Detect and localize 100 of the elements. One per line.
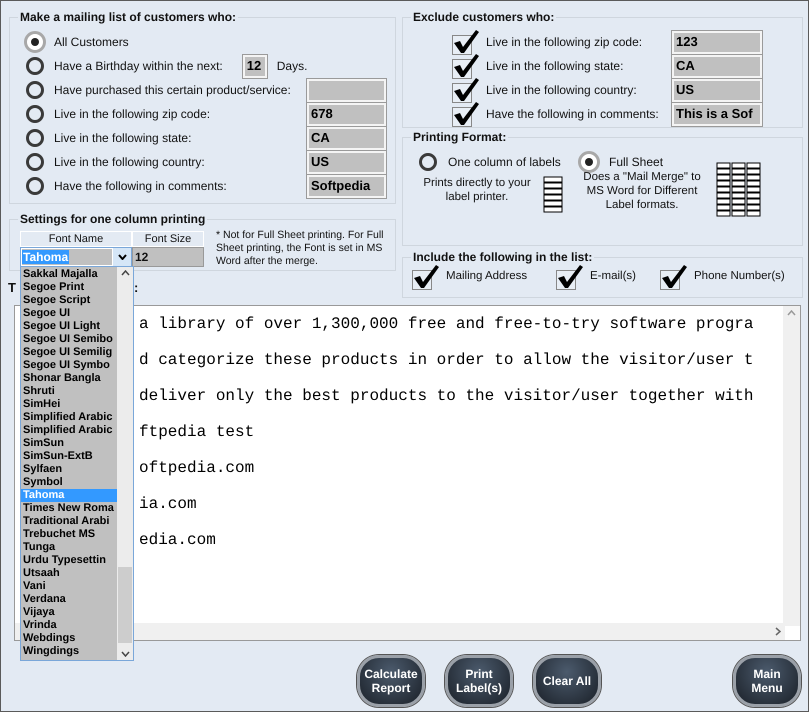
font-list-item[interactable]: Vani [21, 580, 117, 593]
input-field[interactable]: US [672, 78, 762, 102]
glossy-button[interactable]: Clear All [533, 655, 601, 707]
exclude-label: Live in the following country: [486, 82, 637, 99]
font-list-item[interactable]: SimSun [21, 437, 117, 450]
checkbox[interactable] [452, 53, 480, 79]
font-list-item[interactable]: Segoe UI [21, 307, 117, 320]
radio-button[interactable] [419, 153, 437, 171]
input-field[interactable]: This is a Sof [672, 102, 762, 126]
font-list-item[interactable]: Urdu Typesettin [21, 554, 117, 567]
checkbox[interactable] [412, 264, 440, 290]
font-list-item[interactable]: Wingdings [21, 645, 117, 658]
font-list-item[interactable]: Simplified Arabic [21, 411, 117, 424]
text-line: edia.com [139, 530, 216, 551]
checkbox[interactable] [556, 264, 584, 290]
format-label: Full Sheet [609, 154, 664, 171]
font-list-item[interactable]: Traditional Arabi [21, 515, 117, 528]
checkbox[interactable] [452, 101, 480, 127]
font-list-item[interactable]: Segoe UI Semibo [21, 333, 117, 346]
font-list-menu[interactable] [20, 266, 134, 661]
glossy-button[interactable]: Main Menu [733, 655, 801, 707]
section-label: : [134, 280, 138, 296]
font-list-item[interactable]: Symbol [21, 476, 117, 489]
note-text: * Not for Full Sheet printing. For Full Sheet printing, the Font is set in MS Word after the merge. [216, 229, 384, 268]
chevron-right-icon [775, 627, 781, 636]
font-list-item[interactable]: Simplified Arabic [21, 424, 117, 437]
label-sheet-icon [543, 176, 563, 214]
include-label: E-mail(s) [590, 269, 636, 284]
font-list-item[interactable]: Utsaah [21, 567, 117, 580]
text-line: ftpedia test [139, 422, 254, 443]
chevron-down-icon [120, 651, 130, 657]
input-field[interactable]: 123 [672, 30, 762, 54]
font-list-item[interactable]: SimSun-ExtB [21, 450, 117, 463]
list-scrollbar[interactable] [117, 267, 133, 660]
checkbox[interactable] [452, 29, 480, 55]
group-title: Printing Format: [411, 129, 508, 145]
radio-button[interactable] [26, 105, 44, 123]
format-label: One column of labels [448, 154, 561, 171]
font-list-item[interactable]: Segoe Print [21, 281, 117, 294]
text-line: d categorize these products in order to allow the visitor/user t [139, 350, 754, 371]
chevron-up-icon [120, 270, 130, 276]
input-field[interactable]: 678 [307, 102, 386, 126]
font-size-value[interactable]: 12 [135, 248, 148, 266]
font-list-item[interactable]: Segoe UI Light [21, 320, 117, 333]
font-list-item[interactable]: Segoe UI Semilig [21, 346, 117, 359]
exclude-label: Have the following in comments: [486, 106, 659, 123]
font-list-item[interactable]: Times New Roma [21, 502, 117, 515]
font-list-item[interactable]: Webdings [21, 632, 117, 645]
option-label: Live in the following zip code: [54, 106, 210, 123]
font-list-item[interactable]: Tunga [21, 541, 117, 554]
glossy-button[interactable]: Print Label(s) [445, 655, 513, 707]
input-field[interactable]: CA [672, 54, 762, 78]
column-header: Font Size [132, 231, 204, 247]
radio-button[interactable] [26, 153, 44, 171]
font-list-item[interactable]: SimHei [21, 398, 117, 411]
text-line: oftpedia.com [139, 458, 254, 479]
column-header: Font Name [20, 231, 132, 247]
chevron-down-icon [118, 254, 126, 260]
font-list-item[interactable]: Shonar Bangla [21, 372, 117, 385]
text-line: deliver only the best products to the visitor/user together with [139, 386, 754, 407]
include-label: Phone Number(s) [694, 269, 785, 284]
radio-button[interactable] [24, 31, 46, 53]
font-list-item[interactable]: Sylfaen [21, 463, 117, 476]
option-label: Have purchased this certain product/service: [54, 82, 291, 99]
option-label: All Customers [54, 34, 129, 51]
text-line: ia.com [139, 494, 197, 515]
font-list-item[interactable]: Sakkal Majalla [21, 268, 117, 281]
input-field[interactable] [307, 78, 386, 102]
input-field[interactable]: 12 [242, 54, 267, 78]
group-title: Settings for one column printing [18, 211, 208, 227]
font-list-item[interactable]: Trebuchet MS [21, 528, 117, 541]
format-description: Does a "Mail Merge" to MS Word for Different Label formats. [582, 170, 702, 212]
checkbox[interactable] [452, 77, 480, 103]
selected-text: Tahoma [22, 250, 70, 264]
text-line: a library of over 1,300,000 free and free-to-try software progra [139, 314, 754, 335]
font-list-item[interactable]: Vijaya [21, 606, 117, 619]
radio-button[interactable] [578, 151, 600, 173]
exclude-label: Live in the following zip code: [486, 34, 642, 51]
format-description: Prints directly to your label printer. [422, 176, 532, 204]
radio-button[interactable] [26, 57, 44, 75]
font-list-item[interactable]: Verdana [21, 593, 117, 606]
vertical-scrollbar[interactable] [783, 306, 800, 626]
option-label: Have a Birthday within the next: [54, 58, 223, 75]
radio-button[interactable] [26, 129, 44, 147]
section-label: T [8, 280, 16, 296]
radio-button[interactable] [26, 81, 44, 99]
font-list-item[interactable]: Shruti [21, 385, 117, 398]
scroll-thumb[interactable] [118, 567, 132, 643]
font-list-item[interactable]: Segoe UI Symbo [21, 359, 117, 372]
chevron-up-icon [787, 310, 796, 316]
input-field[interactable]: Softpedia [307, 174, 386, 198]
group-title: Include the following in the list: [411, 249, 594, 265]
checkbox[interactable] [660, 264, 688, 290]
radio-button[interactable] [26, 177, 44, 195]
font-list-item[interactable]: Vrinda [21, 619, 117, 632]
font-list-item[interactable]: Segoe Script [21, 294, 117, 307]
input-field[interactable]: US [307, 150, 386, 174]
option-suffix: Days. [276, 58, 308, 75]
input-field[interactable]: CA [307, 126, 386, 150]
glossy-button[interactable]: Calculate Report [357, 655, 425, 707]
